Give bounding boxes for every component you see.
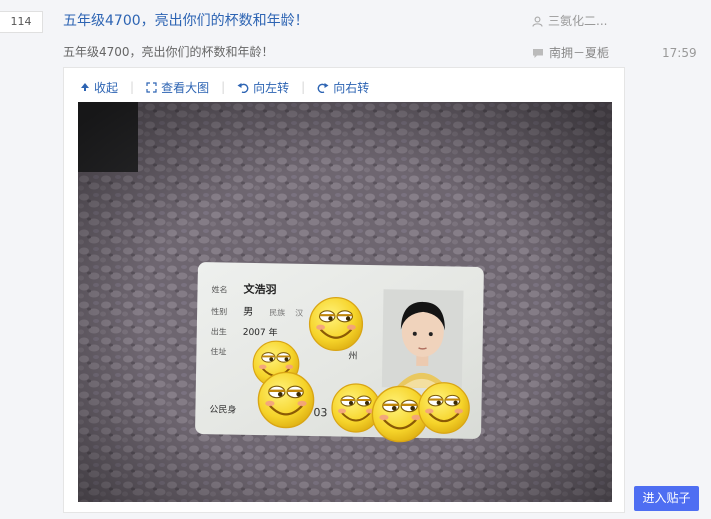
- rotate-right-button[interactable]: 向右转: [317, 79, 369, 96]
- card-ethnicity-label: 民族: [269, 307, 285, 317]
- thread-title[interactable]: 五年级4700，亮出你们的杯数和年龄！: [63, 11, 309, 31]
- card-name: 文浩羽: [243, 282, 276, 297]
- rotate-right-icon: [317, 82, 329, 93]
- collapse-button[interactable]: 收起: [80, 79, 118, 96]
- media-box: 收起 | 查看大图 | 向左转 | 向右转 姓名 文浩羽 性别 男 民族 汉 出…: [63, 67, 625, 513]
- rotate-right-label: 向右转: [333, 80, 370, 95]
- sticker-emoji: [257, 371, 315, 429]
- author-name[interactable]: 三氨化二...: [548, 12, 607, 30]
- card-ethnicity: 汉: [295, 309, 303, 318]
- zoom-icon: [146, 81, 157, 93]
- view-large-button[interactable]: 查看大图: [146, 79, 209, 96]
- card-name-label: 姓名: [211, 284, 227, 294]
- last-reply-user[interactable]: 南拥－夏栀: [549, 45, 609, 61]
- rotate-left-button[interactable]: 向左转: [237, 79, 289, 96]
- card-birth: 2007 年: [243, 326, 278, 339]
- card-sex-label: 性别: [211, 306, 227, 316]
- toolbar-divider: |: [221, 80, 226, 94]
- toolbar-divider: |: [301, 80, 306, 94]
- user-icon: [532, 16, 543, 27]
- toolbar-divider: |: [130, 80, 135, 94]
- card-id-fragment: 03: [313, 406, 327, 419]
- card-address-suffix: 州: [348, 351, 357, 362]
- comment-icon: [532, 48, 544, 59]
- sticker-emoji: [417, 381, 471, 435]
- rotate-left-icon: [237, 82, 249, 93]
- enter-thread-button[interactable]: 进入贴子: [634, 486, 699, 511]
- photo-canvas: 姓名 文浩羽 性别 男 民族 汉 出生 2007 年 住址 州 公民身 03: [78, 102, 612, 502]
- card-portrait: [381, 289, 464, 389]
- collapse-icon: [80, 82, 90, 92]
- card-birth-label: 出生: [211, 326, 227, 336]
- thread-snippet: 五年级4700，亮出你们的杯数和年龄！: [63, 45, 274, 59]
- thread-author[interactable]: 三氨化二...: [532, 12, 607, 30]
- card-address-label: 住址: [210, 346, 226, 356]
- last-reply-time: 17:59: [662, 46, 697, 60]
- reply-count-badge: 114: [0, 11, 43, 33]
- card-id-label: 公民身: [209, 403, 236, 415]
- post-photo[interactable]: 姓名 文浩羽 性别 男 民族 汉 出生 2007 年 住址 州 公民身 03: [78, 102, 612, 502]
- rotate-left-label: 向左转: [253, 80, 290, 95]
- view-large-label: 查看大图: [161, 80, 210, 95]
- card-sex: 男: [243, 306, 253, 318]
- collapse-label: 收起: [94, 80, 119, 95]
- last-reply[interactable]: 南拥－夏栀: [532, 45, 609, 61]
- sticker-emoji: [308, 296, 364, 352]
- media-toolbar: 收起 | 查看大图 | 向左转 | 向右转: [80, 79, 369, 95]
